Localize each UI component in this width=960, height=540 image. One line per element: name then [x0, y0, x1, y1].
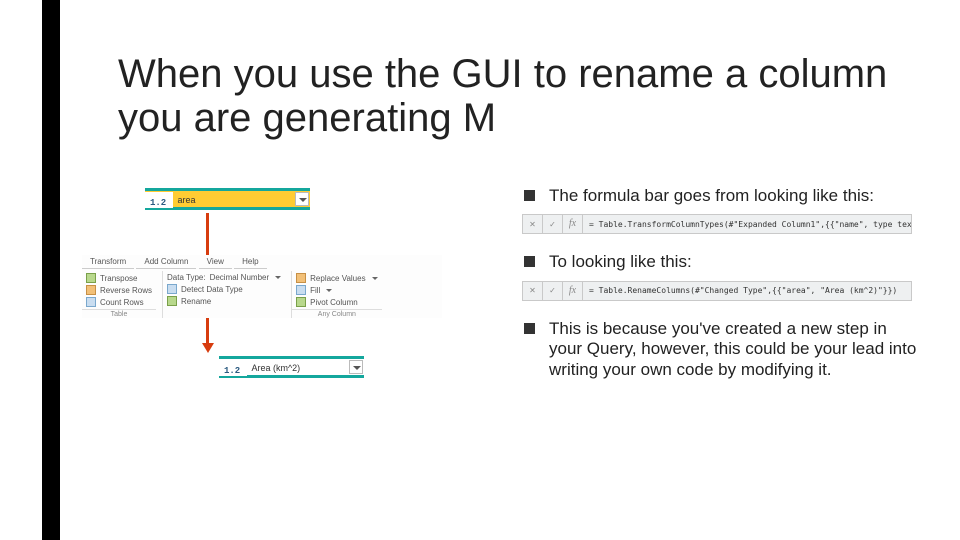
- bullet-item: To looking like this:: [524, 252, 924, 272]
- ribbon-btn-replace: Replace Values: [310, 274, 365, 283]
- column-dropdown-icon: [295, 192, 309, 206]
- ribbon-btn-rename: Rename: [181, 297, 211, 306]
- slide-title: When you use the GUI to rename a column …: [118, 52, 898, 140]
- dropdown-icon: [275, 276, 281, 279]
- formula-text-before: = Table.TransformColumnTypes(#"Expanded …: [583, 220, 911, 230]
- formula-commit-icon: ✓: [543, 215, 563, 233]
- ribbon-btn-pivot: Pivot Column: [310, 298, 358, 307]
- ribbon-btn-reverse-rows: Reverse Rows: [100, 286, 152, 295]
- ribbon-tab: Help: [234, 255, 266, 269]
- bullet-item: This is because you've created a new ste…: [524, 319, 924, 380]
- ribbon-tab: Transform: [82, 255, 134, 269]
- bullet-text: To looking like this:: [549, 252, 924, 272]
- datatype-icon: 1.2: [145, 197, 169, 208]
- formula-commit-icon: ✓: [543, 282, 563, 300]
- ribbon-group-label: Table: [82, 309, 156, 318]
- ribbon-btn-count-rows: Count Rows: [100, 298, 144, 307]
- formula-cancel-icon: ✕: [523, 215, 543, 233]
- ribbon-datatype-value: Decimal Number: [210, 273, 270, 282]
- column-name-after: Area (km^2): [251, 363, 300, 373]
- ribbon-tab: View: [199, 255, 232, 269]
- ribbon-screenshot: Transform Add Column View Help Transpose…: [82, 255, 442, 318]
- ribbon-group-label: Any Column: [292, 309, 381, 318]
- datatype-icon: 1.2: [219, 365, 243, 376]
- bullet-square-icon: [524, 323, 535, 334]
- column-name-before: area: [177, 195, 195, 205]
- dropdown-icon: [372, 277, 378, 280]
- column-dropdown-icon: [349, 360, 363, 374]
- formula-bar-before: ✕ ✓ fx = Table.TransformColumnTypes(#"Ex…: [522, 214, 912, 234]
- column-header-after-wrap: 1.2 Area (km^2): [164, 356, 364, 378]
- bullet-text: The formula bar goes from looking like t…: [549, 186, 924, 206]
- ribbon-btn-transpose: Transpose: [100, 274, 138, 283]
- bullet-item: The formula bar goes from looking like t…: [524, 186, 924, 206]
- ribbon-btn-detect: Detect Data Type: [181, 285, 243, 294]
- bullet-square-icon: [524, 256, 535, 267]
- fx-icon: fx: [563, 282, 583, 300]
- ribbon-tabs: Transform Add Column View Help: [82, 255, 442, 271]
- column-header-after: 1.2 Area (km^2): [219, 356, 364, 378]
- bullet-text: This is because you've created a new ste…: [549, 319, 924, 380]
- fx-icon: fx: [563, 215, 583, 233]
- formula-text-after: = Table.RenameColumns(#"Changed Type",{{…: [583, 286, 897, 296]
- ribbon-datatype-label: Data Type:: [167, 273, 206, 282]
- left-illustration: 1.2 area: [90, 188, 470, 210]
- right-text-column: The formula bar goes from looking like t…: [524, 186, 924, 388]
- ribbon-btn-fill: Fill: [310, 286, 320, 295]
- bullet-square-icon: [524, 190, 535, 201]
- column-header-before: 1.2 area: [145, 188, 310, 210]
- dropdown-icon: [326, 289, 332, 292]
- slide-accent-bar: [42, 0, 60, 540]
- ribbon-tab: Add Column: [136, 255, 196, 269]
- formula-cancel-icon: ✕: [523, 282, 543, 300]
- formula-bar-after: ✕ ✓ fx = Table.RenameColumns(#"Changed T…: [522, 281, 912, 301]
